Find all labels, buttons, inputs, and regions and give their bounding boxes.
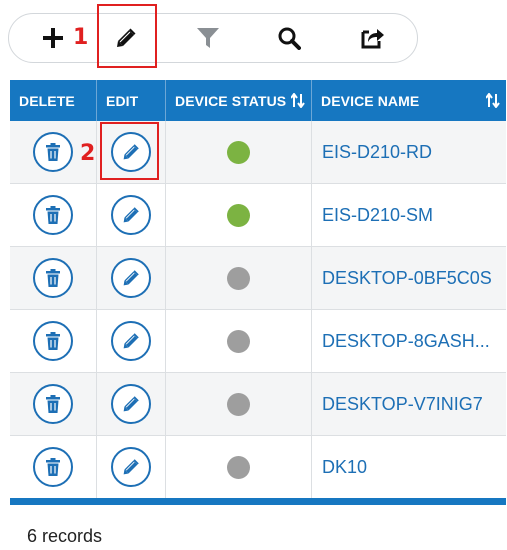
edit-row-button[interactable] — [111, 321, 151, 361]
device-name-link[interactable]: EIS-D210-SM — [322, 205, 433, 226]
table-row: DESKTOP-0BF5C0S — [10, 247, 506, 310]
trash-icon — [46, 143, 60, 161]
device-name-link[interactable]: DESKTOP-8GASH... — [322, 331, 490, 352]
device-name-cell: DK10 — [312, 436, 506, 498]
device-name-link[interactable]: DK10 — [322, 457, 367, 478]
delete-button[interactable] — [33, 321, 73, 361]
table-row: DESKTOP-V7INIG7 — [10, 373, 506, 436]
table-header: DELETE EDIT DEVICE STATUS DEVICE NAME — [10, 80, 506, 121]
table-row: DK10 — [10, 436, 506, 499]
device-status-cell — [166, 121, 312, 183]
edit-cell — [97, 247, 166, 309]
delete-button[interactable] — [33, 132, 73, 172]
delete-button[interactable] — [33, 258, 73, 298]
export-button[interactable] — [349, 14, 397, 62]
device-name-cell: EIS-D210-RD — [312, 121, 506, 183]
add-button[interactable] — [29, 14, 77, 62]
sort-icon[interactable] — [291, 93, 305, 108]
delete-button[interactable] — [33, 447, 73, 487]
trash-icon — [46, 458, 60, 476]
column-header-device-status[interactable]: DEVICE STATUS — [166, 80, 312, 121]
column-header-device-name[interactable]: DEVICE NAME — [312, 80, 506, 121]
search-icon — [278, 27, 301, 50]
device-name-link[interactable]: EIS-D210-RD — [322, 142, 432, 163]
delete-cell — [10, 373, 97, 435]
edit-row-button[interactable] — [111, 384, 151, 424]
device-name-cell: DESKTOP-8GASH... — [312, 310, 506, 372]
device-name-cell: DESKTOP-0BF5C0S — [312, 247, 506, 309]
table-footer-bar — [10, 498, 506, 505]
trash-icon — [46, 332, 60, 350]
edit-cell — [97, 436, 166, 498]
delete-cell — [10, 184, 97, 246]
device-status-cell — [166, 310, 312, 372]
table-row: DESKTOP-8GASH... — [10, 310, 506, 373]
status-indicator — [227, 392, 250, 416]
edit-row-button[interactable] — [111, 258, 151, 298]
column-header-delete: DELETE — [10, 80, 97, 121]
device-status-cell — [166, 373, 312, 435]
filter-button[interactable] — [184, 14, 232, 62]
plus-icon — [43, 28, 63, 48]
delete-cell — [10, 436, 97, 498]
device-name-cell: EIS-D210-SM — [312, 184, 506, 246]
status-indicator — [227, 203, 250, 227]
delete-cell — [10, 310, 97, 372]
toolbar — [8, 13, 418, 63]
highlight-box-edit-row — [100, 122, 159, 180]
status-indicator — [227, 329, 250, 353]
trash-icon — [46, 395, 60, 413]
trash-icon — [46, 206, 60, 224]
edit-cell — [97, 184, 166, 246]
device-name-link[interactable]: DESKTOP-0BF5C0S — [322, 268, 492, 289]
status-indicator — [227, 266, 250, 290]
trash-icon — [46, 269, 60, 287]
filter-icon — [197, 28, 219, 48]
device-status-cell — [166, 247, 312, 309]
device-status-cell — [166, 184, 312, 246]
share-export-icon — [361, 29, 384, 49]
record-count: 6 records — [27, 526, 103, 546]
highlight-box-edit-toolbar — [97, 4, 157, 68]
delete-button[interactable] — [33, 384, 73, 424]
edit-cell — [97, 310, 166, 372]
pencil-icon — [123, 396, 139, 412]
device-status-cell — [166, 436, 312, 498]
status-indicator — [227, 455, 250, 479]
device-name-link[interactable]: DESKTOP-V7INIG7 — [322, 394, 483, 415]
pencil-icon — [123, 459, 139, 475]
annotation-marker-1: 1 — [73, 25, 89, 50]
delete-cell — [10, 247, 97, 309]
column-header-edit: EDIT — [97, 80, 166, 121]
edit-cell — [97, 373, 166, 435]
pencil-icon — [123, 270, 139, 286]
table-body: EIS-D210-RD EIS-D210-SM DESKTOP-0BF5C0S DES… — [10, 121, 506, 499]
annotation-marker-2: 2 — [80, 141, 96, 166]
pencil-icon — [123, 333, 139, 349]
pencil-icon — [123, 207, 139, 223]
edit-row-button[interactable] — [111, 447, 151, 487]
sort-icon[interactable] — [486, 93, 500, 108]
device-name-cell: DESKTOP-V7INIG7 — [312, 373, 506, 435]
search-button[interactable] — [265, 14, 313, 62]
delete-button[interactable] — [33, 195, 73, 235]
table-row: EIS-D210-SM — [10, 184, 506, 247]
status-indicator — [227, 140, 250, 164]
edit-row-button[interactable] — [111, 195, 151, 235]
